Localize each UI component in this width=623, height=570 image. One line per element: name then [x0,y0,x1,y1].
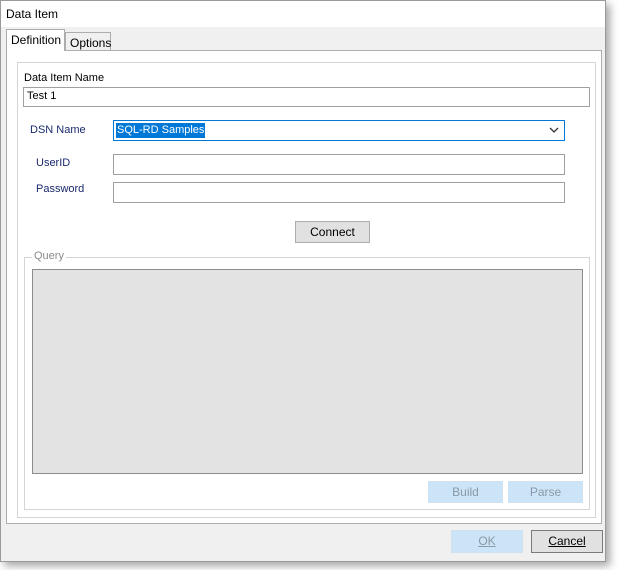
tab-definition[interactable]: Definition [6,29,65,51]
userid-label: UserID [36,157,71,169]
parse-button[interactable]: Parse [508,481,583,503]
build-button[interactable]: Build [428,481,503,503]
connect-button[interactable]: Connect [295,221,370,243]
ok-button[interactable]: OK [451,530,523,553]
data-item-dialog: Data Item Definition Options Data Item N… [0,0,606,562]
dsn-name-value: SQL-RD Samples [116,123,206,138]
userid-input[interactable] [113,154,565,175]
cancel-button-label: Cancel [548,534,586,548]
query-legend: Query [32,250,66,262]
password-label: Password [36,183,85,195]
ok-button-label: OK [478,534,496,548]
data-item-name-label: Data Item Name [24,72,105,84]
query-textarea[interactable] [32,269,583,474]
dsn-name-select[interactable]: SQL-RD Samples [113,120,565,141]
definition-panel: Data Item Name Test 1 DSN Name SQL-RD Sa… [6,50,602,524]
password-input[interactable] [113,182,565,203]
dsn-name-label: DSN Name [30,124,86,136]
cancel-button[interactable]: Cancel [531,530,603,553]
chevron-down-icon[interactable] [548,124,560,136]
title-bar[interactable]: Data Item [1,1,605,27]
tab-options[interactable]: Options [65,32,111,52]
window-title: Data Item [6,7,59,21]
data-item-name-input[interactable]: Test 1 [23,87,590,107]
